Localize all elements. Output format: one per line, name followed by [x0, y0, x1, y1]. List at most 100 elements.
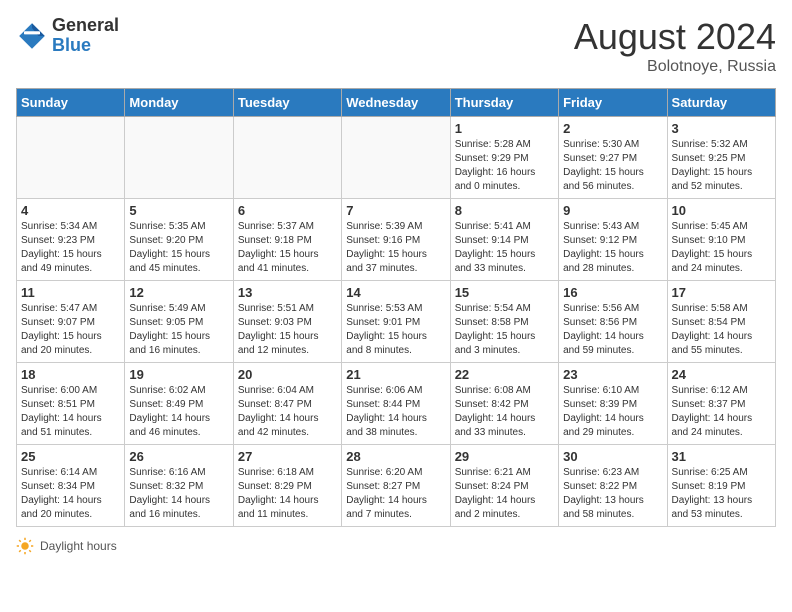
day-number: 5 — [129, 203, 228, 218]
week-row-5: 25 Sunrise: 6:14 AM Sunset: 8:34 PM Dayli… — [17, 445, 776, 527]
calendar-cell: 25 Sunrise: 6:14 AM Sunset: 8:34 PM Dayli… — [17, 445, 125, 527]
calendar-cell — [233, 117, 341, 199]
day-number: 16 — [563, 285, 662, 300]
day-info: Sunrise: 6:25 AM Sunset: 8:19 PM Dayligh… — [672, 466, 771, 522]
day-number: 30 — [563, 449, 662, 464]
day-number: 17 — [672, 285, 771, 300]
day-info: Sunrise: 6:08 AM Sunset: 8:42 PM Dayligh… — [455, 384, 554, 440]
day-info: Sunrise: 5:49 AM Sunset: 9:05 PM Dayligh… — [129, 302, 228, 358]
day-number: 20 — [238, 367, 337, 382]
day-number: 29 — [455, 449, 554, 464]
calendar-cell: 3 Sunrise: 5:32 AM Sunset: 9:25 PM Daylig… — [667, 117, 775, 199]
week-row-2: 4Sunrise: 5:34 AM Sunset: 9:23 PM Daylig… — [17, 199, 776, 281]
day-info: Sunrise: 6:20 AM Sunset: 8:27 PM Dayligh… — [346, 466, 445, 522]
calendar-cell: 17 Sunrise: 5:58 AM Sunset: 8:54 PM Dayli… — [667, 281, 775, 363]
day-number: 26 — [129, 449, 228, 464]
day-number: 8 — [455, 203, 554, 218]
calendar-cell: 14 Sunrise: 5:53 AM Sunset: 9:01 PM Dayli… — [342, 281, 450, 363]
page-header: General Blue August 2024 Bolotnoye, Russ… — [16, 16, 776, 76]
calendar-cell — [342, 117, 450, 199]
day-info: Sunrise: 5:37 AM Sunset: 9:18 PM Dayligh… — [238, 220, 337, 276]
calendar-cell: 4Sunrise: 5:34 AM Sunset: 9:23 PM Daylig… — [17, 199, 125, 281]
day-info: Sunrise: 6:04 AM Sunset: 8:47 PM Dayligh… — [238, 384, 337, 440]
calendar-cell: 30Sunrise: 6:23 AM Sunset: 8:22 PM Dayli… — [559, 445, 667, 527]
calendar-cell: 18Sunrise: 6:00 AM Sunset: 8:51 PM Dayli… — [17, 363, 125, 445]
day-info: Sunrise: 6:18 AM Sunset: 8:29 PM Dayligh… — [238, 466, 337, 522]
calendar-cell: 6Sunrise: 5:37 AM Sunset: 9:18 PM Daylig… — [233, 199, 341, 281]
day-header-thursday: Thursday — [450, 89, 558, 117]
day-number: 3 — [672, 121, 771, 136]
calendar-cell: 15 Sunrise: 5:54 AM Sunset: 8:58 PM Dayli… — [450, 281, 558, 363]
day-number: 10 — [672, 203, 771, 218]
day-info: Sunrise: 6:10 AM Sunset: 8:39 PM Dayligh… — [563, 384, 662, 440]
month-year: August 2024 — [574, 16, 776, 58]
day-info: Sunrise: 5:34 AM Sunset: 9:23 PM Dayligh… — [21, 220, 120, 276]
day-number: 25 — [21, 449, 120, 464]
calendar-cell: 12 Sunrise: 5:49 AM Sunset: 9:05 PM Dayli… — [125, 281, 233, 363]
calendar-cell: 24 Sunrise: 6:12 AM Sunset: 8:37 PM Dayli… — [667, 363, 775, 445]
header-row: SundayMondayTuesdayWednesdayThursdayFrid… — [17, 89, 776, 117]
day-header-tuesday: Tuesday — [233, 89, 341, 117]
day-header-saturday: Saturday — [667, 89, 775, 117]
day-info: Sunrise: 5:35 AM Sunset: 9:20 PM Dayligh… — [129, 220, 228, 276]
day-number: 1 — [455, 121, 554, 136]
day-number: 14 — [346, 285, 445, 300]
day-info: Sunrise: 5:30 AM Sunset: 9:27 PM Dayligh… — [563, 138, 662, 194]
calendar-cell: 10 Sunrise: 5:45 AM Sunset: 9:10 PM Dayli… — [667, 199, 775, 281]
day-number: 12 — [129, 285, 228, 300]
day-info: Sunrise: 6:21 AM Sunset: 8:24 PM Dayligh… — [455, 466, 554, 522]
day-number: 15 — [455, 285, 554, 300]
day-info: Sunrise: 5:54 AM Sunset: 8:58 PM Dayligh… — [455, 302, 554, 358]
week-row-4: 18Sunrise: 6:00 AM Sunset: 8:51 PM Dayli… — [17, 363, 776, 445]
sun-icon — [16, 537, 34, 555]
title-block: August 2024 Bolotnoye, Russia — [574, 16, 776, 76]
logo: General Blue — [16, 16, 119, 56]
calendar-cell: 1 Sunrise: 5:28 AM Sunset: 9:29 PM Daylig… — [450, 117, 558, 199]
day-number: 19 — [129, 367, 228, 382]
day-number: 22 — [455, 367, 554, 382]
calendar-cell: 26 Sunrise: 6:16 AM Sunset: 8:32 PM Dayli… — [125, 445, 233, 527]
calendar-cell — [125, 117, 233, 199]
day-info: Sunrise: 6:06 AM Sunset: 8:44 PM Dayligh… — [346, 384, 445, 440]
day-number: 23 — [563, 367, 662, 382]
day-info: Sunrise: 5:43 AM Sunset: 9:12 PM Dayligh… — [563, 220, 662, 276]
calendar-cell: 20 Sunrise: 6:04 AM Sunset: 8:47 PM Dayli… — [233, 363, 341, 445]
day-info: Sunrise: 5:58 AM Sunset: 8:54 PM Dayligh… — [672, 302, 771, 358]
calendar-cell: 8 Sunrise: 5:41 AM Sunset: 9:14 PM Daylig… — [450, 199, 558, 281]
day-info: Sunrise: 6:14 AM Sunset: 8:34 PM Dayligh… — [21, 466, 120, 522]
day-number: 7 — [346, 203, 445, 218]
day-number: 2 — [563, 121, 662, 136]
day-info: Sunrise: 5:41 AM Sunset: 9:14 PM Dayligh… — [455, 220, 554, 276]
calendar-cell: 11Sunrise: 5:47 AM Sunset: 9:07 PM Dayli… — [17, 281, 125, 363]
calendar-cell: 13Sunrise: 5:51 AM Sunset: 9:03 PM Dayli… — [233, 281, 341, 363]
calendar-cell: 27 Sunrise: 6:18 AM Sunset: 8:29 PM Dayli… — [233, 445, 341, 527]
day-number: 21 — [346, 367, 445, 382]
day-info: Sunrise: 5:28 AM Sunset: 9:29 PM Dayligh… — [455, 138, 554, 194]
day-info: Sunrise: 6:16 AM Sunset: 8:32 PM Dayligh… — [129, 466, 228, 522]
calendar-cell: 2 Sunrise: 5:30 AM Sunset: 9:27 PM Daylig… — [559, 117, 667, 199]
calendar-cell: 23 Sunrise: 6:10 AM Sunset: 8:39 PM Dayli… — [559, 363, 667, 445]
logo-text: General Blue — [52, 16, 119, 56]
day-number: 13 — [238, 285, 337, 300]
day-info: Sunrise: 5:56 AM Sunset: 8:56 PM Dayligh… — [563, 302, 662, 358]
day-info: Sunrise: 5:47 AM Sunset: 9:07 PM Dayligh… — [21, 302, 120, 358]
location: Bolotnoye, Russia — [574, 58, 776, 76]
day-header-wednesday: Wednesday — [342, 89, 450, 117]
footer: Daylight hours — [16, 537, 776, 555]
calendar-table: SundayMondayTuesdayWednesdayThursdayFrid… — [16, 88, 776, 527]
day-number: 18 — [21, 367, 120, 382]
day-info: Sunrise: 6:12 AM Sunset: 8:37 PM Dayligh… — [672, 384, 771, 440]
day-number: 24 — [672, 367, 771, 382]
day-info: Sunrise: 5:32 AM Sunset: 9:25 PM Dayligh… — [672, 138, 771, 194]
daylight-label: Daylight hours — [40, 539, 117, 553]
day-header-sunday: Sunday — [17, 89, 125, 117]
day-info: Sunrise: 5:45 AM Sunset: 9:10 PM Dayligh… — [672, 220, 771, 276]
calendar-cell: 7Sunrise: 5:39 AM Sunset: 9:16 PM Daylig… — [342, 199, 450, 281]
logo-icon — [16, 20, 48, 52]
calendar-cell: 16 Sunrise: 5:56 AM Sunset: 8:56 PM Dayli… — [559, 281, 667, 363]
day-number: 27 — [238, 449, 337, 464]
day-info: Sunrise: 5:53 AM Sunset: 9:01 PM Dayligh… — [346, 302, 445, 358]
day-number: 28 — [346, 449, 445, 464]
day-header-monday: Monday — [125, 89, 233, 117]
calendar-cell: 21 Sunrise: 6:06 AM Sunset: 8:44 PM Dayli… — [342, 363, 450, 445]
